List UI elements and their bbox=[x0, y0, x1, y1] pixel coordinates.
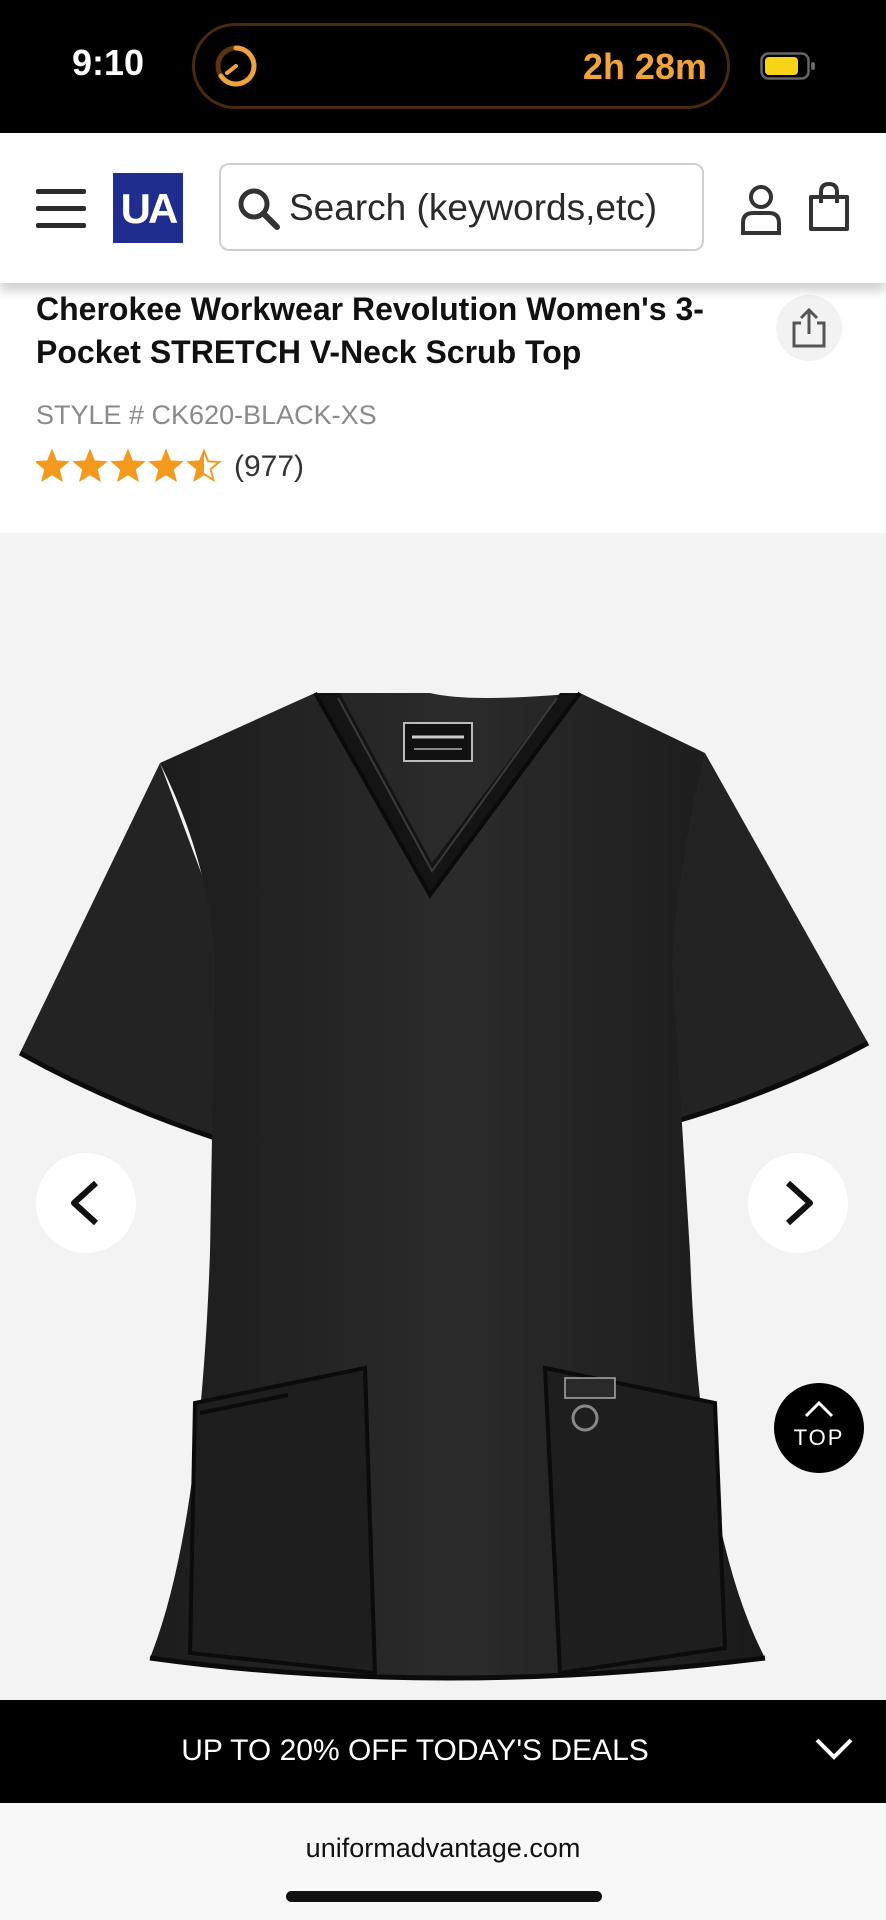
share-button[interactable] bbox=[776, 295, 842, 361]
previous-image-button[interactable] bbox=[36, 1153, 136, 1253]
review-count[interactable]: (977) bbox=[234, 450, 304, 484]
star-2 bbox=[72, 448, 108, 483]
site-header: UA bbox=[0, 133, 886, 283]
product-gallery[interactable] bbox=[0, 533, 886, 1700]
hamburger-menu-icon[interactable] bbox=[36, 189, 86, 229]
share-icon bbox=[792, 307, 826, 348]
status-time: 9:10 bbox=[72, 42, 145, 83]
timer-ring-icon bbox=[215, 45, 257, 87]
site-logo[interactable]: UA bbox=[113, 173, 183, 243]
promo-text: UP TO 20% OFF TODAY'S DEALS bbox=[181, 1734, 649, 1767]
next-image-button[interactable] bbox=[748, 1153, 848, 1253]
search-icon[interactable] bbox=[235, 185, 281, 231]
activity-timer-text: 2h 28m bbox=[582, 46, 707, 87]
status-bar: 9:10 2h 28m bbox=[0, 0, 886, 133]
dynamic-island[interactable]: 2h 28m bbox=[192, 23, 730, 109]
star-4 bbox=[148, 448, 184, 483]
shopping-bag-icon[interactable] bbox=[806, 181, 852, 233]
chevron-up-icon bbox=[804, 1400, 834, 1418]
user-account-icon[interactable] bbox=[738, 183, 784, 235]
url-text[interactable]: uniformadvantage.com bbox=[0, 1833, 886, 1864]
star-5 bbox=[186, 448, 222, 483]
promo-banner[interactable]: UP TO 20% OFF TODAY'S DEALS bbox=[0, 1700, 886, 1803]
product-title: Cherokee Workwear Revolution Women's 3-P… bbox=[36, 291, 704, 370]
battery-icon bbox=[760, 52, 815, 80]
star-3 bbox=[110, 448, 146, 483]
back-to-top-label: TOP bbox=[793, 1425, 845, 1450]
search-bar[interactable] bbox=[219, 163, 704, 251]
browser-url-bar[interactable]: uniformadvantage.com bbox=[0, 1803, 886, 1920]
star-1 bbox=[36, 448, 70, 483]
chevron-down-icon[interactable] bbox=[814, 1736, 854, 1762]
chevron-left-icon bbox=[71, 1180, 99, 1226]
back-to-top-button[interactable]: TOP bbox=[774, 1383, 864, 1473]
star-rating bbox=[36, 448, 222, 483]
home-indicator[interactable] bbox=[286, 1891, 602, 1902]
style-number: STYLE # CK620-BLACK-XS bbox=[36, 400, 377, 430]
search-input[interactable] bbox=[289, 183, 689, 233]
chevron-right-icon bbox=[785, 1180, 813, 1226]
product-image[interactable] bbox=[0, 533, 886, 1700]
